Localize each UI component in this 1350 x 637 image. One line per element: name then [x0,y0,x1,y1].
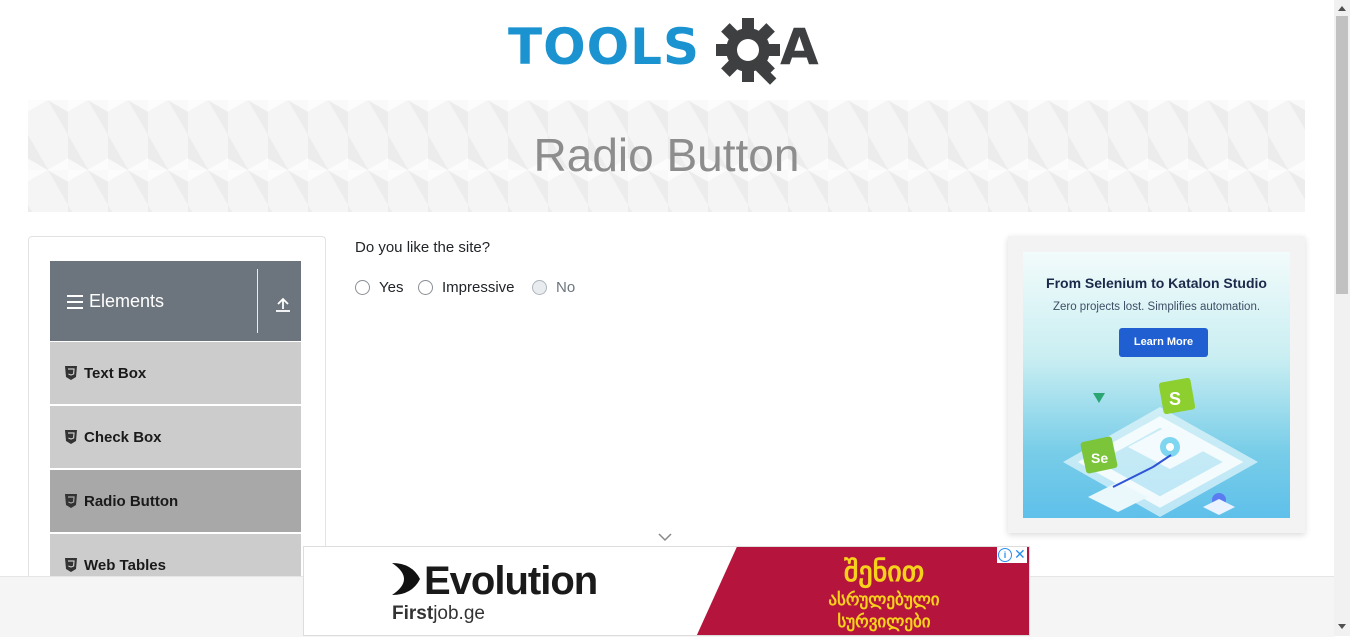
adchoices[interactable]: i ✕ [997,547,1027,563]
bottom-ad-banner[interactable]: Evolution Firstjob.ge შენით ასრულებული ს… [303,546,1030,636]
scrollbar-thumb[interactable] [1336,16,1348,294]
ad-site-suffix: job.ge [433,603,485,624]
hamburger-icon [67,295,83,309]
html5-icon [65,558,77,572]
ad-geo-line: სურვილები [837,612,931,631]
logo-text: TOOLS [508,18,700,76]
ad-georgian-text: შენით ასრულებული სურვილები [814,555,954,633]
ad-learn-more-button[interactable]: Learn More [1119,328,1208,357]
svg-text:Se: Se [1091,450,1108,466]
info-icon[interactable]: i [998,548,1012,562]
scroll-down-arrow-icon[interactable] [1338,624,1346,629]
radio-circle[interactable] [418,280,433,295]
ad-geo-line: შენით [843,556,925,587]
sidebar-group-label: Elements [89,291,165,311]
close-icon[interactable]: ✕ [1014,547,1026,563]
sidebar-group-elements[interactable]: Elements [50,261,301,341]
radio-label: No [556,279,576,296]
page-title: Radio Button [533,129,800,181]
sidebar-item-label: Check Box [84,429,162,446]
toolsqa-logo[interactable]: TOOLS A [506,14,830,92]
sidebar-item-label: Radio Button [84,493,179,510]
html5-icon [65,366,77,380]
evolution-logo-icon [392,563,420,595]
ad-creative[interactable]: From Selenium to Katalon Studio Zero pro… [1023,252,1290,518]
ad-title: From Selenium to Katalon Studio [1046,275,1267,291]
sidebar-item-label: Text Box [84,365,147,382]
ad-site: Firstjob.ge [392,603,485,625]
sidebar-ad[interactable]: From Selenium to Katalon Studio Zero pro… [1008,236,1305,533]
sidebar-item-label: Web Tables [84,557,166,574]
chevron-down-icon[interactable] [658,532,672,542]
radio-circle [532,280,547,295]
sidebar-item-radio-button[interactable]: Radio Button [50,470,301,533]
svg-text:S: S [1169,389,1181,409]
header-divider [257,269,258,333]
ad-illustration: Se S [1063,377,1258,517]
scroll-up-arrow-icon[interactable] [1338,6,1346,11]
sidebar-item-check-box[interactable]: Check Box [50,406,301,469]
collapse-arrow-icon[interactable] [274,295,292,313]
sidebar-item-text-box[interactable]: Text Box [50,342,301,405]
html5-icon [65,494,77,508]
logo-suffix: A [780,18,819,76]
ad-site-prefix: First [392,603,434,624]
page-banner: Radio Button [28,100,1305,212]
html5-icon [65,430,77,444]
radio-label[interactable]: Yes [379,279,403,296]
ad-subtitle: Zero projects lost. Simplifies automatio… [1052,301,1261,313]
radio-circle[interactable] [355,280,370,295]
ad-geo-line: ასრულებული [828,590,940,609]
radio-question: Do you like the site? [355,239,491,256]
ad-brand: Evolution [424,559,598,603]
radio-label[interactable]: Impressive [442,279,515,296]
